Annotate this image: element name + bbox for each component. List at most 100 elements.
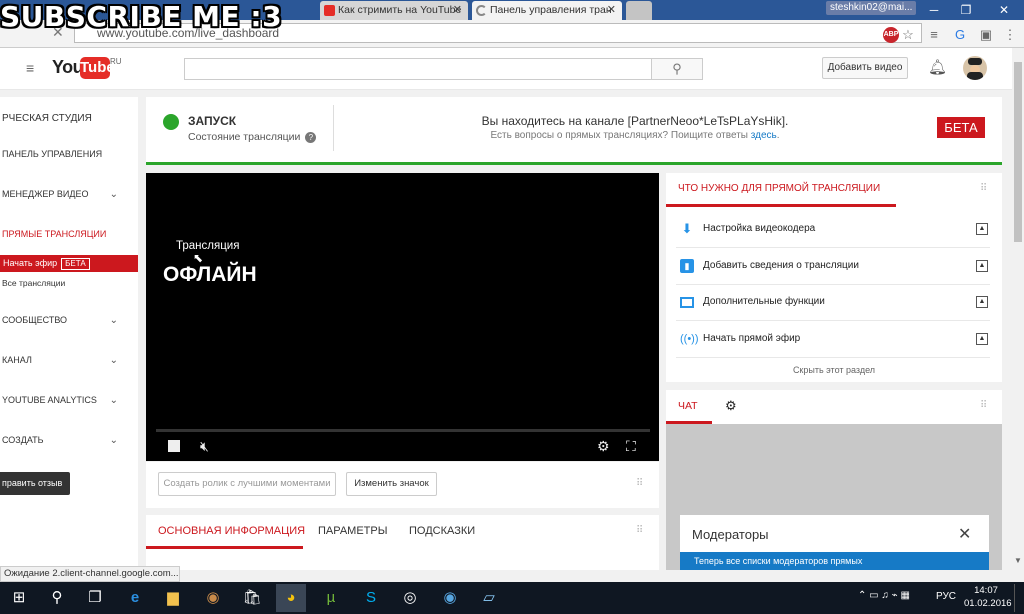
create-highlights-button[interactable]: Создать ролик с лучшими моментами bbox=[158, 472, 336, 496]
state-sub-label: Состояние трансляции bbox=[188, 131, 301, 143]
sidebar-item-live-streaming[interactable]: ПРЯМЫЕ ТРАНСЛЯЦИИ bbox=[2, 229, 106, 239]
game-app-icon[interactable]: ◉ bbox=[198, 584, 228, 612]
sidebar-item-all-streams[interactable]: Все трансляции bbox=[2, 278, 65, 288]
video-progress-bar[interactable] bbox=[156, 429, 650, 432]
notifications-bell-icon[interactable]: 🔔︎ bbox=[928, 58, 947, 76]
creator-sidebar bbox=[0, 97, 138, 567]
obs-icon[interactable]: ◎ bbox=[395, 584, 425, 612]
new-tab-button[interactable] bbox=[626, 1, 652, 20]
sidebar-studio-title[interactable]: РЧЕСКАЯ СТУДИЯ bbox=[2, 113, 92, 124]
restore-icon[interactable]: ❐ bbox=[956, 2, 976, 18]
close-icon[interactable]: ✕ bbox=[958, 524, 971, 544]
browser-tab[interactable]: Как стримить на YouTube ✕ bbox=[320, 1, 468, 20]
drag-handle-icon[interactable]: ⠿ bbox=[980, 183, 987, 194]
cast-icon[interactable]: ▣ bbox=[978, 27, 994, 43]
tab-chat[interactable]: ЧАТ bbox=[678, 400, 698, 412]
youtube-logo[interactable]: You Tube bbox=[52, 57, 115, 79]
user-profile-chip[interactable]: steshkin02@mai... bbox=[826, 1, 917, 15]
browser-tab-active[interactable]: Панель управления тран ✕ bbox=[472, 1, 622, 20]
moderators-title: Модераторы bbox=[692, 527, 769, 542]
drag-handle-icon[interactable]: ⠿ bbox=[636, 525, 643, 536]
sidebar-item-label: КАНАЛ bbox=[2, 355, 32, 365]
expand-icon[interactable]: ▲ bbox=[976, 260, 988, 272]
search-icon[interactable]: ⚲ bbox=[42, 584, 72, 612]
sidebar-item-label: YOUTUBE ANALYTICS bbox=[2, 395, 97, 405]
guide-menu-icon[interactable]: ≡ bbox=[26, 60, 34, 76]
scroll-down-icon[interactable]: ▼ bbox=[1014, 556, 1022, 565]
task-view-icon[interactable]: ❐ bbox=[80, 584, 110, 612]
adblock-icon[interactable]: ABP bbox=[883, 27, 899, 43]
translate-icon[interactable]: G bbox=[952, 27, 968, 43]
drag-handle-icon[interactable]: ⠿ bbox=[980, 400, 987, 411]
chat-settings-icon[interactable]: ⚙ bbox=[725, 398, 737, 414]
tab-tips[interactable]: ПОДСКАЗКИ bbox=[409, 525, 475, 537]
mouse-cursor-icon: ⬉ bbox=[193, 251, 204, 265]
tab-close-icon[interactable]: ✕ bbox=[607, 1, 616, 20]
requirement-row[interactable]: Дополнительные функции ▲ bbox=[676, 285, 990, 321]
skype-icon[interactable]: S bbox=[356, 584, 386, 612]
settings-gear-icon[interactable]: ⚙ bbox=[597, 438, 610, 455]
stream-state: ЗАПУСК bbox=[188, 114, 237, 128]
sidebar-item-analytics[interactable]: YOUTUBE ANALYTICS ⌄ bbox=[2, 395, 130, 406]
tab-label: Как стримить на YouTube bbox=[338, 4, 462, 16]
download-icon: ⬇ bbox=[681, 221, 693, 236]
question-text: Есть вопросы о прямых трансляциях? Поищи… bbox=[490, 130, 748, 141]
notes-app-icon[interactable]: ▱ bbox=[474, 584, 504, 612]
status-indicator-icon bbox=[163, 114, 179, 130]
active-tab-underline bbox=[146, 546, 303, 549]
expand-icon[interactable]: ▲ bbox=[976, 296, 988, 308]
clock-date[interactable]: 01.02.2016 bbox=[964, 598, 1012, 609]
show-desktop-button[interactable] bbox=[1014, 584, 1022, 612]
minimize-icon[interactable]: ─ bbox=[924, 2, 944, 18]
card-icon bbox=[680, 297, 694, 308]
sidebar-item-video-manager[interactable]: МЕНЕДЖЕР ВИДЕО ⌄ bbox=[2, 189, 130, 200]
requirement-label: Начать прямой эфир bbox=[703, 333, 801, 344]
start-windows-icon[interactable]: ⊞ bbox=[4, 584, 34, 612]
edge-icon[interactable]: e bbox=[120, 584, 150, 612]
help-icon[interactable]: ? bbox=[305, 132, 317, 143]
language-indicator[interactable]: РУС bbox=[936, 591, 956, 602]
hide-section-link[interactable]: Скрыть этот раздел bbox=[666, 365, 1002, 375]
expand-icon[interactable]: ▲ bbox=[976, 333, 988, 345]
sidebar-item-go-live[interactable]: Начать эфир БЕТА bbox=[0, 255, 138, 272]
beta-badge: БЕТА bbox=[61, 258, 90, 270]
star-icon[interactable]: ☆ bbox=[900, 27, 916, 43]
search-input[interactable] bbox=[184, 58, 652, 80]
mute-icon[interactable]: 🔇︎ bbox=[200, 438, 209, 455]
store-icon[interactable]: 🛍︎ bbox=[237, 584, 267, 612]
requirement-row[interactable]: ▮ Добавить сведения о трансляции ▲ bbox=[676, 249, 990, 285]
search-button[interactable]: ⚲ bbox=[651, 58, 703, 80]
upload-video-button[interactable]: Добавить видео bbox=[822, 57, 908, 79]
file-explorer-icon[interactable]: ▆ bbox=[158, 584, 188, 612]
expand-icon[interactable]: ▲ bbox=[976, 223, 988, 235]
change-thumbnail-button[interactable]: Изменить значок bbox=[346, 472, 437, 496]
close-window-icon[interactable]: ✕ bbox=[994, 2, 1014, 18]
media-app-icon[interactable]: ◉ bbox=[435, 584, 465, 612]
sidebar-item-community[interactable]: СООБЩЕСТВО ⌄ bbox=[2, 315, 130, 326]
utorrent-icon[interactable]: µ bbox=[316, 584, 346, 612]
send-feedback-button[interactable]: править отзыв bbox=[0, 472, 70, 495]
video-preview[interactable] bbox=[146, 173, 659, 461]
sidebar-item-create[interactable]: СОЗДАТЬ ⌄ bbox=[2, 435, 130, 446]
help-link[interactable]: здесь bbox=[751, 130, 777, 141]
chevron-down-icon: ⌄ bbox=[109, 355, 118, 366]
chevron-down-icon: ⌄ bbox=[109, 435, 118, 446]
chrome-icon[interactable]: ◕ bbox=[276, 584, 306, 612]
drag-handle-icon[interactable]: ⠿ bbox=[636, 478, 643, 489]
sidebar-item-channel[interactable]: КАНАЛ ⌄ bbox=[2, 355, 130, 366]
clock-time[interactable]: 14:07 bbox=[966, 585, 1006, 596]
video-status: ОФЛАЙН bbox=[163, 263, 257, 286]
extension-icon[interactable]: ≡ bbox=[926, 27, 942, 43]
requirement-row[interactable]: ⬇ Настройка видеокодера ▲ bbox=[676, 212, 990, 248]
tab-parameters[interactable]: ПАРАМЕТРЫ bbox=[318, 525, 387, 537]
requirement-row[interactable]: ((•)) Начать прямой эфир ▲ bbox=[676, 322, 990, 358]
stop-icon[interactable] bbox=[168, 440, 180, 452]
sidebar-item-dashboard[interactable]: ПАНЕЛЬ УПРАВЛЕНИЯ bbox=[2, 149, 102, 159]
tab-basic-info[interactable]: ОСНОВНАЯ ИНФОРМАЦИЯ bbox=[158, 525, 305, 537]
tray-icons[interactable]: ⌃ ▭ ♫ ⌁ ▦ bbox=[858, 590, 910, 601]
tab-close-icon[interactable]: ✕ bbox=[453, 1, 462, 20]
fullscreen-icon[interactable]: ⛶ bbox=[626, 438, 636, 455]
menu-icon[interactable]: ⋮ bbox=[1002, 27, 1018, 43]
scrollbar-thumb[interactable] bbox=[1014, 62, 1022, 242]
avatar[interactable] bbox=[963, 56, 987, 80]
